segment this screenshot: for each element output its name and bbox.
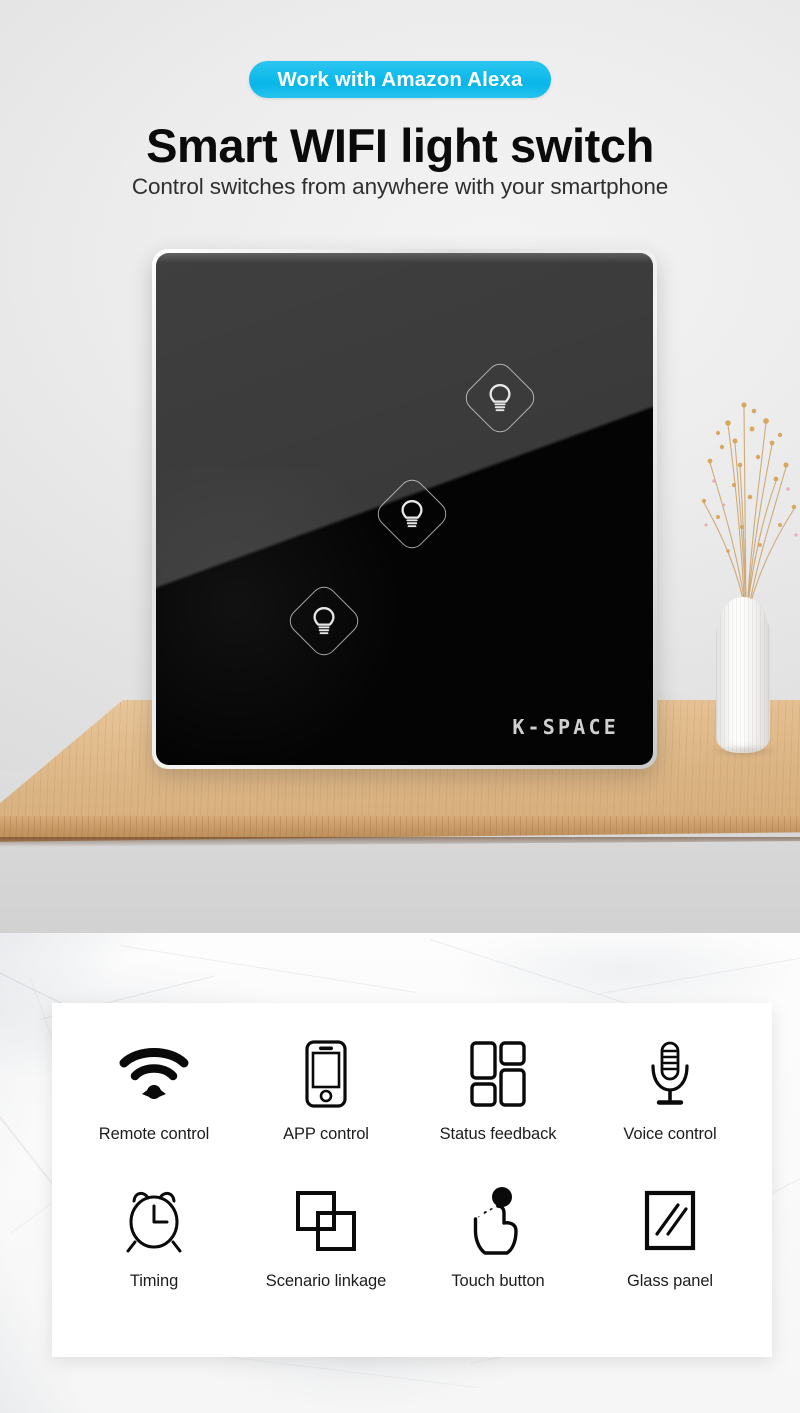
feature-scenario-linkage: Scenario linkage	[240, 1184, 412, 1331]
amazon-alexa-badge-label: Work with Amazon Alexa	[277, 67, 523, 91]
light-bulb-icon	[489, 384, 511, 412]
feature-label: Status feedback	[439, 1125, 557, 1143]
feature-glass-panel: Glass panel	[584, 1184, 756, 1331]
smart-switch-product: K-SPACE	[152, 249, 657, 769]
product-marketing-page: Work with Amazon Alexa Smart WIFI light …	[0, 0, 800, 1413]
feature-label: Glass panel	[626, 1272, 714, 1290]
grid-blocks-icon	[469, 1037, 527, 1111]
brand-logo-text: K-SPACE	[512, 715, 619, 739]
hero-section: Work with Amazon Alexa Smart WIFI light …	[0, 0, 800, 933]
switch-glass-panel: K-SPACE	[156, 253, 653, 765]
dried-flowers-icon	[701, 402, 798, 614]
pointing-hand-touch-icon	[469, 1184, 527, 1258]
feature-label: Voice control	[623, 1125, 717, 1143]
glass-panel-icon	[642, 1184, 698, 1258]
feature-label: Timing	[129, 1272, 179, 1290]
page-title: Smart WIFI light switch	[146, 119, 654, 172]
feature-status-feedback: Status feedback	[412, 1037, 584, 1184]
feature-voice-control: Voice control	[584, 1037, 756, 1184]
feature-label: Remote control	[98, 1125, 210, 1143]
wifi-icon	[118, 1037, 190, 1111]
light-bulb-icon	[313, 607, 335, 635]
ceramic-vase	[716, 597, 770, 753]
feature-label: Scenario linkage	[265, 1272, 387, 1290]
page-subtitle: Control switches from anywhere with your…	[131, 174, 669, 199]
feature-remote-control: Remote control	[68, 1037, 240, 1184]
table-under-shadow	[0, 837, 800, 847]
microphone-icon	[645, 1037, 695, 1111]
feature-label: Touch button	[451, 1272, 545, 1290]
glass-top-sheen	[156, 253, 653, 263]
smartphone-icon	[303, 1037, 349, 1111]
feature-app-control: APP control	[240, 1037, 412, 1184]
amazon-alexa-badge: Work with Amazon Alexa	[249, 61, 551, 98]
alarm-clock-icon	[123, 1184, 185, 1258]
decor-vase-with-flowers	[688, 385, 800, 757]
feature-label: APP control	[283, 1125, 369, 1143]
feature-timing: Timing	[68, 1184, 240, 1331]
features-card: Remote control APP control Status feedba…	[52, 1003, 772, 1357]
light-bulb-icon	[401, 500, 423, 528]
features-grid: Remote control APP control Status feedba…	[52, 1003, 772, 1357]
vase-shadow	[710, 745, 778, 757]
glass-soft-highlight	[156, 468, 405, 765]
feature-touch-button: Touch button	[412, 1184, 584, 1331]
overlapping-squares-icon	[295, 1184, 357, 1258]
